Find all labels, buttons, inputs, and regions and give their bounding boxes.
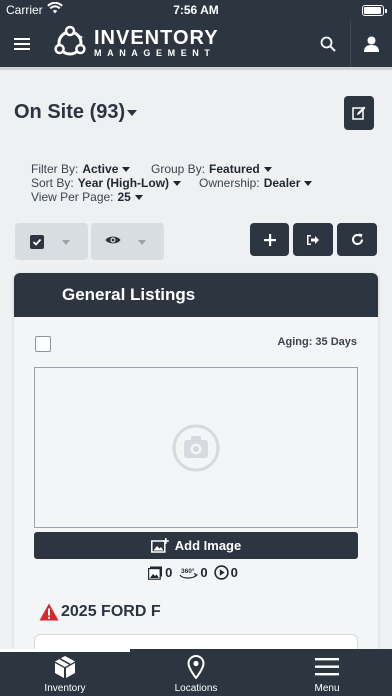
chevron-down-icon (134, 195, 143, 201)
360-spin-icon: 360° (179, 567, 199, 579)
tab-label-menu: Menu (314, 683, 340, 694)
checkbox-checked-icon (30, 235, 44, 249)
logo-subtitle: MANAGEMENT (94, 47, 216, 58)
menu-icon (315, 658, 339, 676)
tab-inventory[interactable]: Inventory (0, 649, 130, 696)
user-icon (364, 36, 379, 52)
group-by-value: Featured (209, 162, 260, 176)
map-pin-icon (187, 655, 205, 679)
app-logo: INVENTORY MANAGEMENT (52, 24, 219, 62)
user-account-button[interactable] (350, 20, 392, 67)
search-button[interactable] (309, 20, 346, 67)
refresh-icon (351, 233, 363, 245)
chevron-down-icon (62, 240, 70, 245)
vehicle-title[interactable]: 2025 FORD F (39, 603, 161, 621)
export-icon (307, 234, 319, 245)
video-play-icon (213, 565, 229, 580)
filter-by-label: Filter By: (31, 162, 79, 176)
photos-icon (148, 566, 163, 580)
group-by-label: Group By: (151, 162, 206, 176)
media-counts: 0 360° 0 0 (14, 565, 378, 580)
view-per-page-dropdown[interactable]: View Per Page: 25 (31, 190, 143, 204)
vehicle-title-text: 2025 FORD F (61, 603, 161, 620)
page-title[interactable]: On Site (93) (14, 101, 125, 124)
logo-title: INVENTORY (94, 26, 219, 49)
bulk-select-dropdown[interactable] (15, 223, 88, 260)
battery-icon (362, 5, 387, 16)
tab-label-inventory: Inventory (44, 683, 86, 694)
chevron-down-icon (173, 181, 182, 187)
nav-divider (0, 67, 392, 70)
status-bar: Carrier 7:56 AM (0, 0, 392, 20)
filter-section: Filter By: Active Group By: Featured Sort … (31, 162, 381, 204)
hamburger-menu-button[interactable] (0, 20, 44, 67)
add-button[interactable] (250, 223, 289, 256)
sort-by-label: Sort By: (31, 176, 74, 190)
listing-card: Aging: 35 Days Add Image 0 360° 0 0 2025… (14, 317, 378, 653)
visibility-dropdown[interactable] (91, 223, 164, 260)
page-header: On Site (93) (14, 96, 376, 132)
ownership-dropdown[interactable]: Ownership: Dealer (199, 176, 313, 190)
add-photo-icon (150, 538, 169, 553)
chevron-down-icon (138, 240, 146, 245)
tab-label-locations: Locations (174, 683, 218, 694)
chevron-down-icon (122, 167, 131, 173)
photo-count: 0 (165, 565, 173, 580)
add-image-button[interactable]: Add Image (34, 532, 358, 559)
view-per-page-value: 25 (117, 190, 131, 204)
warning-icon (39, 603, 59, 621)
eye-icon (105, 236, 121, 244)
top-nav-bar: INVENTORY MANAGEMENT (0, 20, 392, 70)
image-placeholder[interactable] (34, 367, 358, 528)
listing-select-checkbox[interactable] (35, 336, 51, 352)
chevron-down-icon[interactable] (127, 110, 137, 116)
sort-by-dropdown[interactable]: Sort By: Year (High-Low) (31, 176, 182, 190)
tab-menu[interactable]: Menu (262, 649, 392, 696)
bottom-tab-bar: Inventory Locations Menu (0, 649, 392, 696)
sort-by-value: Year (High-Low) (77, 176, 170, 190)
search-icon (320, 36, 336, 52)
video-count: 0 (230, 565, 238, 580)
logo-cycle-icon (54, 25, 86, 56)
plus-icon (263, 233, 276, 246)
view-per-page-label: View Per Page: (31, 190, 114, 204)
refresh-button[interactable] (337, 223, 377, 256)
group-by-dropdown[interactable]: Group By: Featured (151, 162, 272, 176)
ownership-label: Ownership: (199, 176, 260, 190)
aging-label: Aging: 35 Days (277, 336, 357, 348)
ownership-value: Dealer (263, 176, 301, 190)
general-listings-panel: General Listings Aging: 35 Days Add Imag… (14, 273, 378, 653)
filter-by-dropdown[interactable]: Filter By: Active (31, 162, 131, 176)
add-image-label: Add Image (174, 538, 242, 553)
status-time: 7:56 AM (173, 3, 219, 17)
filter-by-value: Active (82, 162, 119, 176)
chevron-down-icon (263, 167, 272, 173)
camera-icon (172, 424, 220, 471)
edit-icon (352, 106, 366, 120)
chevron-down-icon (304, 181, 313, 187)
tab-locations[interactable]: Locations (131, 649, 261, 696)
export-button[interactable] (293, 223, 333, 256)
spin-count: 0 (200, 565, 208, 580)
panel-title: General Listings (14, 273, 378, 317)
hamburger-icon (14, 37, 30, 50)
svg-text:360°: 360° (181, 567, 195, 575)
edit-button[interactable] (344, 96, 374, 130)
cube-icon (55, 656, 75, 678)
